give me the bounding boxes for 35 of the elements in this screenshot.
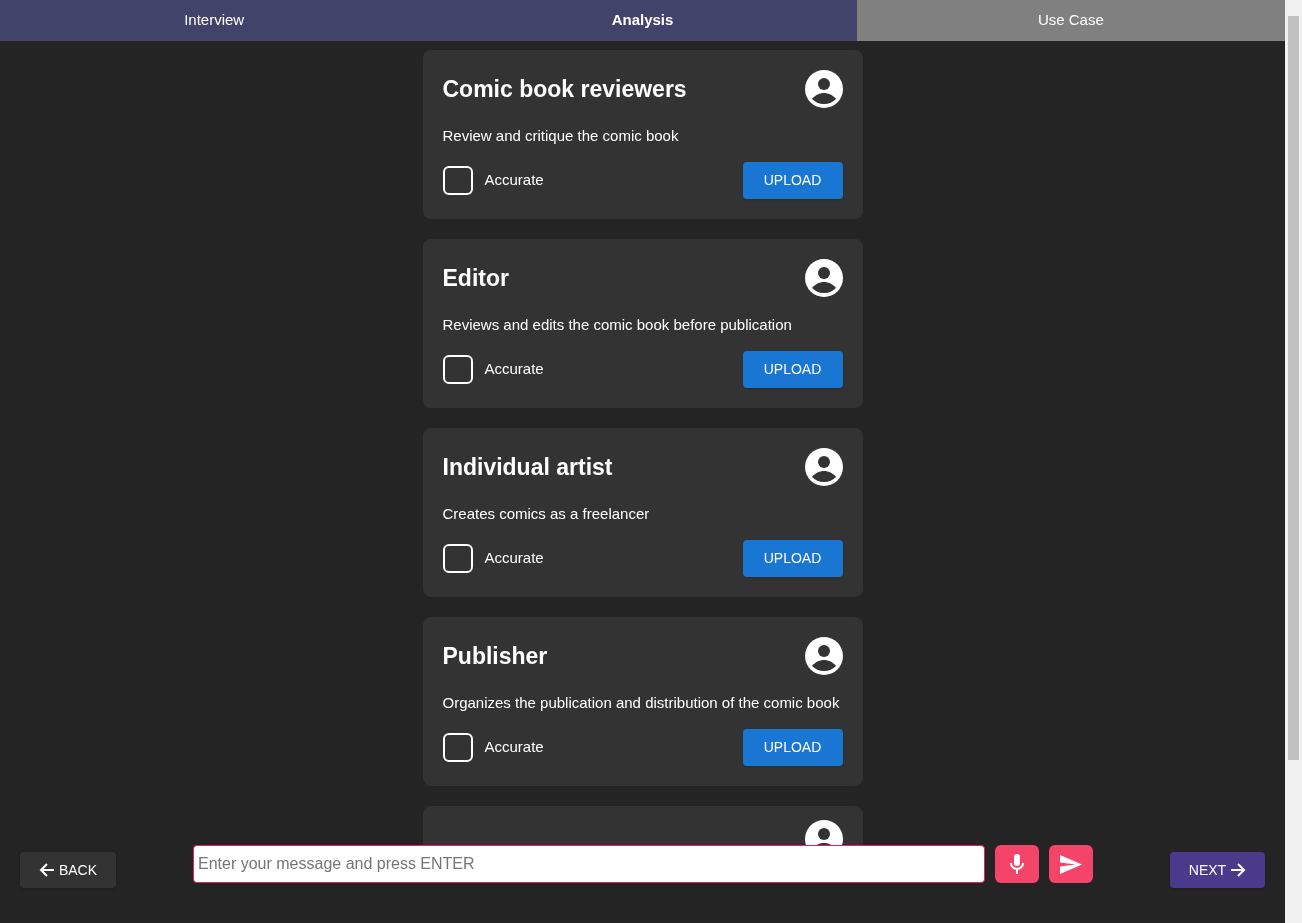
upload-button[interactable]: UPLOAD — [742, 162, 843, 199]
person-icon — [804, 259, 843, 297]
card-description: Review and critique the comic book — [442, 126, 680, 146]
checkbox-label: Accurate — [484, 359, 544, 380]
microphone-icon — [1010, 854, 1024, 874]
card-title: Individual artist — [442, 453, 613, 481]
upload-button[interactable]: UPLOAD — [742, 729, 843, 766]
tab[interactable]: Analysis — [428, 0, 857, 41]
card-description: Organizes the publication and distribution of the comic book — [442, 693, 841, 713]
back-button[interactable]: BACK — [20, 852, 116, 888]
tab[interactable]: Interview — [0, 0, 429, 41]
card-title: Comic book reviewers — [442, 75, 687, 103]
checkbox-label: Accurate — [484, 737, 544, 758]
send-button[interactable] — [1049, 845, 1093, 883]
arrow-right-icon — [1230, 862, 1247, 878]
send-icon — [1060, 854, 1082, 874]
upload-button[interactable]: UPLOAD — [742, 351, 843, 388]
checkbox-label: Accurate — [484, 548, 544, 569]
arrow-left-icon — [38, 862, 55, 878]
person-icon — [804, 70, 843, 108]
card-description: Reviews and edits the comic book before publication — [442, 315, 793, 335]
checkbox-label: Accurate — [484, 170, 544, 191]
upload-button[interactable]: UPLOAD — [742, 540, 843, 577]
checkbox[interactable] — [442, 733, 473, 762]
card-description: Creates comics as a freelancer — [442, 504, 651, 524]
card-title: Editor — [442, 264, 509, 292]
checkbox[interactable] — [442, 166, 473, 195]
person-icon — [804, 448, 843, 486]
microphone-button[interactable] — [995, 845, 1039, 883]
card-title: Publisher — [442, 642, 548, 670]
person-icon — [804, 637, 843, 675]
scrollbar[interactable] — [1285, 0, 1302, 923]
checkbox[interactable] — [442, 355, 473, 384]
checkbox[interactable] — [442, 544, 473, 573]
next-button[interactable]: NEXT — [1170, 852, 1265, 888]
